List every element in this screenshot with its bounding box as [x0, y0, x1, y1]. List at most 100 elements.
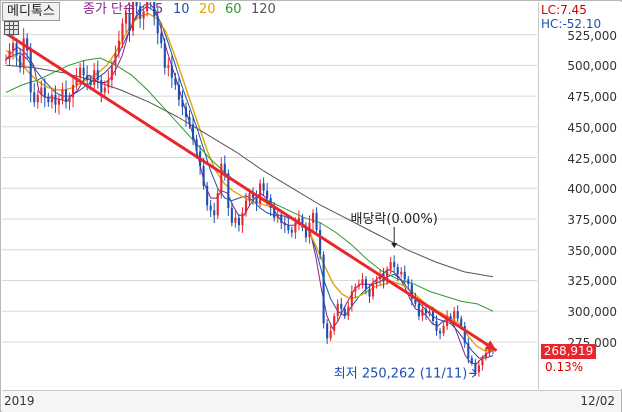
- candle-body: [202, 166, 205, 186]
- candle-body: [40, 87, 43, 95]
- candle-body: [389, 262, 392, 270]
- candle-body: [86, 75, 89, 81]
- candle-body: [234, 217, 237, 223]
- candle-body: [407, 279, 410, 285]
- candle-body: [273, 207, 276, 218]
- plot-area[interactable]: 최고 561,380 (04/12)최저 250,262 (11/11)배당락(…: [2, 2, 537, 389]
- candle-body: [393, 262, 396, 267]
- candle-body: [191, 124, 195, 140]
- candle-body: [248, 193, 251, 201]
- candle-body: [181, 99, 184, 108]
- candle-body: [361, 279, 364, 285]
- candle-body: [230, 207, 233, 223]
- candle-body: [322, 254, 325, 324]
- candle-body: [135, 2, 138, 7]
- candle-body: [315, 212, 318, 231]
- price-chart-svg[interactable]: 최고 561,380 (04/12)최저 250,262 (11/11)배당락(…: [2, 2, 537, 389]
- ma-label-20[interactable]: 20: [199, 2, 216, 18]
- current-price-badge: 268,919: [541, 344, 596, 359]
- candle-body: [400, 271, 403, 275]
- candle-body: [340, 303, 343, 309]
- candle-body: [287, 225, 290, 231]
- candle-body: [453, 311, 456, 319]
- candle-body: [255, 198, 258, 204]
- candle-body: [319, 230, 322, 255]
- candle-body: [160, 33, 163, 44]
- candle-body: [206, 185, 209, 206]
- ma-label-120[interactable]: 120: [251, 2, 276, 18]
- candle-body: [294, 222, 297, 233]
- price-tick-label: 425,000: [567, 151, 617, 166]
- candle-body: [163, 43, 166, 68]
- ma-label-60[interactable]: 60: [225, 2, 242, 18]
- chart-window: 최고 561,380 (04/12)최저 250,262 (11/11)배당락(…: [0, 0, 622, 412]
- price-axis[interactable]: LC:7.45 HC:-52.10 275,000 300,000 325,000 3…: [538, 2, 622, 389]
- candle-body: [177, 85, 180, 100]
- ma-line-5: [5, 3, 494, 365]
- candle-body: [82, 67, 85, 76]
- candle-body: [417, 303, 420, 317]
- candle-body: [276, 215, 279, 218]
- price-tick-label: 475,000: [567, 90, 617, 105]
- candle-body: [195, 139, 198, 152]
- candle-body: [259, 183, 262, 204]
- candle-body: [357, 284, 360, 287]
- candle-body: [29, 50, 32, 93]
- price-tick-label: 300,000: [567, 305, 617, 320]
- ma-label-5[interactable]: 5: [155, 2, 163, 18]
- candle-body: [103, 87, 106, 93]
- candle-body: [403, 271, 406, 280]
- price-tick-label: 400,000: [567, 182, 617, 197]
- candle-body: [244, 200, 248, 213]
- candle-body: [167, 65, 170, 68]
- candle-body: [280, 215, 283, 223]
- candle-body: [93, 70, 96, 85]
- candle-body: [170, 65, 173, 78]
- date-axis[interactable]: 2019 12/02: [2, 390, 621, 412]
- candle-body: [375, 279, 378, 285]
- candle-body: [329, 330, 332, 339]
- price-tick-label: 450,000: [567, 120, 617, 135]
- grid-settings-icon[interactable]: [4, 21, 19, 35]
- candle-body: [368, 289, 371, 297]
- candle-body: [96, 70, 99, 81]
- candle-body: [8, 50, 11, 60]
- candle-body: [121, 23, 124, 41]
- product-name[interactable]: 메디톡스: [2, 2, 60, 21]
- trend-line: [5, 32, 498, 352]
- ma-label-10[interactable]: 10: [173, 2, 190, 18]
- candle-body: [262, 183, 265, 191]
- candle-body: [477, 365, 480, 373]
- candle-body: [290, 230, 293, 233]
- price-tick-label: 525,000: [567, 28, 617, 43]
- candle-body: [57, 99, 60, 105]
- date-axis-end: 12/02: [580, 394, 615, 408]
- candle-body: [484, 353, 487, 358]
- indicator-label: 종가 단순: [83, 2, 135, 17]
- candle-body: [424, 308, 428, 314]
- dividend-annotation: 배당락(0.00%): [351, 212, 438, 227]
- ma-line-10: [5, 5, 494, 359]
- candle-body: [146, 2, 149, 12]
- date-axis-start: 2019: [4, 394, 35, 408]
- candle-body: [4, 59, 8, 61]
- candle-body: [283, 222, 286, 226]
- candle-body: [343, 308, 346, 317]
- price-tick-label: 350,000: [567, 243, 617, 258]
- candle-body: [50, 94, 53, 103]
- candle-body: [43, 87, 46, 98]
- candle-body: [54, 94, 57, 105]
- candle-body: [326, 323, 329, 339]
- price-tick-label: 325,000: [567, 274, 617, 289]
- candle-body: [117, 40, 120, 54]
- candle-body: [347, 306, 350, 317]
- candle-body: [435, 321, 438, 331]
- dividend-marker-arrow: [391, 242, 398, 248]
- candle-body: [184, 107, 188, 117]
- candle-body: [33, 92, 36, 103]
- candle-body: [449, 316, 452, 319]
- candle-body: [220, 163, 223, 194]
- candle-body: [110, 65, 113, 81]
- candle-body: [89, 80, 92, 85]
- candle-body: [364, 279, 368, 290]
